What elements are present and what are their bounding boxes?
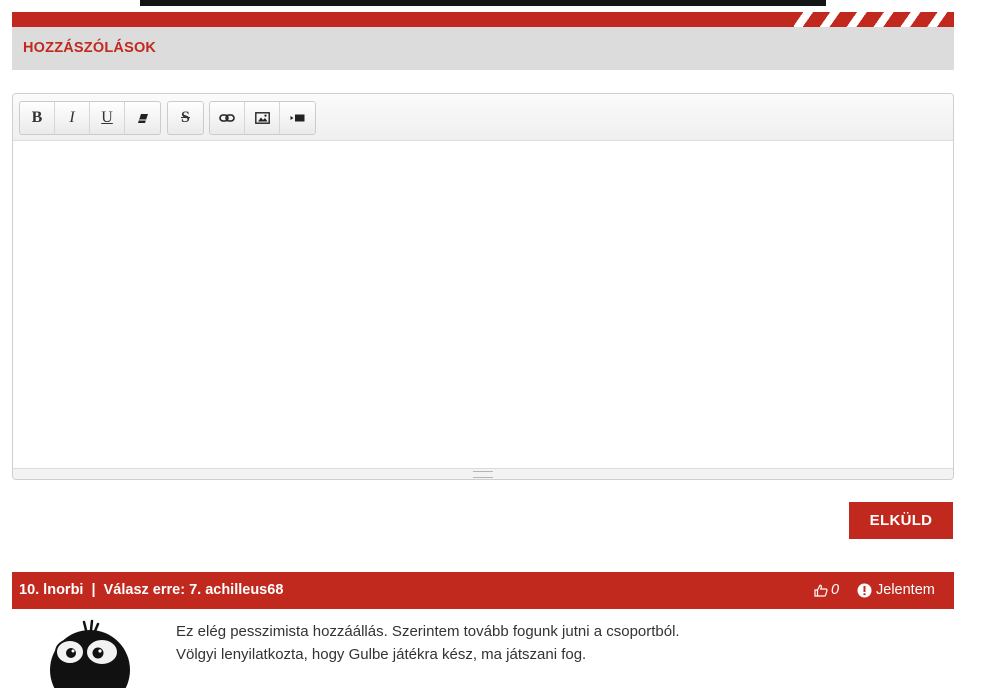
underline-icon: U — [101, 109, 113, 126]
editor-resize-handle[interactable] — [13, 468, 953, 479]
comments-title: HOZZÁSZÓLÁSOK — [23, 40, 157, 56]
link-icon — [219, 114, 235, 122]
hazard-stripe-decoration — [794, 12, 954, 27]
section-stripe — [12, 12, 954, 27]
comment-editor: B I U S — [12, 93, 954, 480]
italic-button[interactable]: I — [55, 102, 90, 134]
comment-body: Ez elég pesszimista hozzáállás. Szerinte… — [176, 620, 876, 666]
eraser-icon — [137, 113, 148, 123]
submit-comment-button[interactable]: ELKÜLD — [849, 502, 953, 539]
comment-line: Völgyi lenyilatkozta, hogy Gulbe játékra… — [176, 646, 587, 663]
bold-icon: B — [31, 109, 43, 126]
strikethrough-button[interactable]: S — [168, 102, 203, 134]
report-button[interactable]: Jelentem — [857, 582, 935, 598]
article-image-bottom-edge — [140, 0, 826, 6]
like-button[interactable]: 0 — [814, 582, 839, 598]
comment-author-line: 10. lnorbi | Válasz erre: 7. achilleus68 — [19, 582, 284, 598]
strike-button-group: S — [167, 101, 204, 135]
image-icon — [254, 112, 270, 124]
underline-button[interactable]: U — [90, 102, 125, 134]
insert-button-group — [209, 101, 316, 135]
remove-format-button[interactable] — [125, 102, 160, 134]
format-button-group: B I U — [19, 101, 161, 135]
italic-icon: I — [69, 109, 75, 126]
strikethrough-icon: S — [181, 109, 190, 126]
exclamation-circle-icon — [857, 583, 872, 597]
resize-grip-icon — [473, 471, 493, 478]
image-button[interactable] — [245, 102, 280, 134]
link-button[interactable] — [210, 102, 245, 134]
comment-header: 10. lnorbi | Válasz erre: 7. achilleus68… — [12, 572, 954, 609]
comments-header: HOZZÁSZÓLÁSOK — [12, 27, 954, 70]
video-button[interactable] — [280, 102, 315, 134]
avatar — [50, 619, 130, 688]
editor-text-area[interactable] — [13, 141, 953, 469]
thumbs-up-icon — [814, 584, 828, 597]
comment-line: Ez elég pesszimista hozzáállás. Szerinte… — [176, 623, 680, 640]
editor-toolbar: B I U S — [13, 94, 953, 141]
bold-button[interactable]: B — [20, 102, 55, 134]
like-count: 0 — [831, 582, 840, 598]
report-label: Jelentem — [876, 582, 935, 598]
video-icon — [290, 114, 305, 122]
